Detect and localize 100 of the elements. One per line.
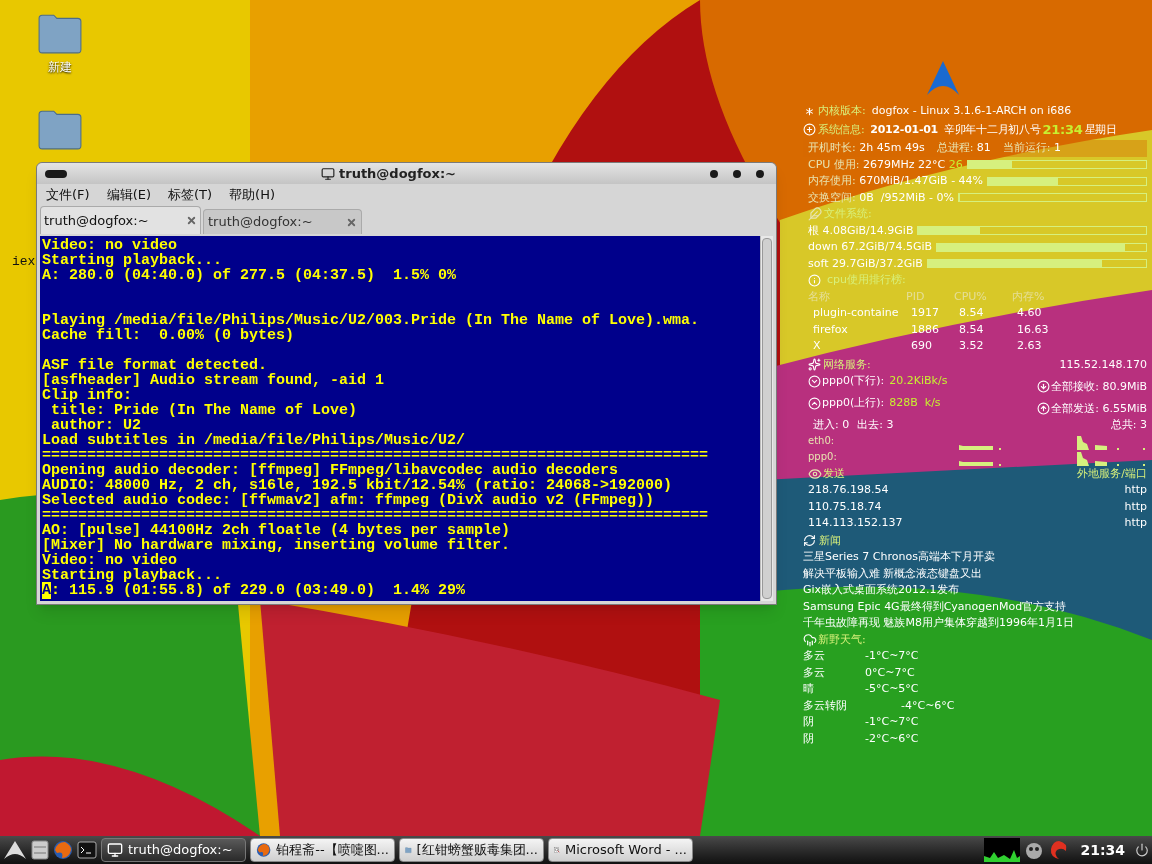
remote-port: http [1124, 515, 1147, 531]
arch-logo-icon[interactable] [3, 840, 27, 860]
remote-address: 114.113.152.137 [808, 515, 903, 531]
taskbar-task[interactable]: Microsoft Word - ... [548, 838, 693, 862]
news-headline: 三星Series 7 Chronos高端本下月开卖 [803, 549, 996, 565]
news-headline: Gix嵌入式桌面系统2012.1发布 [803, 582, 960, 598]
arrow-down-icon [1037, 380, 1051, 394]
menu-item[interactable]: 文件(F) [46, 185, 90, 205]
terminal-icon[interactable] [77, 840, 97, 860]
resource-stat: 内存使用: 670MiB/1.47GiB - 44% [808, 173, 984, 189]
terminal-line: AUDIO: 48000 Hz, 2 ch, s16le, 192.5 kbit/12.54% (ratio: 24068->192000) [42, 478, 674, 493]
info-icon [808, 273, 821, 287]
feather-icon [808, 207, 822, 222]
refresh-icon [803, 534, 816, 548]
menu-item[interactable]: 帮助(H) [229, 185, 275, 205]
terminal-line: ASF file format detected. [42, 358, 268, 373]
arch-logo-icon [926, 60, 960, 96]
ip-address: 115.52.148.170 [1059, 356, 1147, 373]
folder-icon[interactable] [37, 12, 83, 54]
taskbar-clock[interactable]: 21:34 [1074, 839, 1131, 861]
taskbar-task[interactable]: 铂程斋--【喷嚏图... [250, 838, 395, 862]
folder-icon[interactable] [37, 108, 83, 150]
terminal-line: Starting playback... [42, 568, 223, 583]
minimize-button[interactable] [710, 169, 718, 178]
terminal-line: Selected audio codec: [ffwmav2] afm: ffmpeg (DivX audio v2 (FFmpeg)) [42, 493, 655, 508]
menu-item[interactable]: 编辑(E) [106, 185, 151, 205]
taskbar-task[interactable]: [红钳螃蟹贩毒集团... [399, 838, 544, 862]
date-text: 2012-01-01 [870, 121, 938, 138]
close-button[interactable] [756, 169, 764, 178]
connections-out: 出去: 3 [857, 417, 894, 433]
traffic-rate: 828B k/s [889, 395, 941, 411]
temperature-range: 0°C~7°C [865, 664, 916, 681]
column-header: 内存% [1012, 288, 1046, 305]
lunar-date: 辛卯年十二月初八号 [943, 121, 1041, 138]
remote-port: http [1124, 498, 1147, 515]
table-cell-text: 3.52 [959, 338, 985, 354]
section-title: 新野天气: [818, 631, 866, 648]
table-cell-text: firefox [813, 321, 849, 338]
resource-stat: CPU 使用: 2679MHz 22°C 26 [808, 156, 963, 173]
interface-label: ppp0: [808, 450, 837, 465]
close-tab-icon[interactable] [346, 216, 357, 228]
terminal-tab[interactable]: truth@dogfox:~ [203, 209, 362, 234]
weather-condition: 多云转阴 [803, 697, 848, 714]
remote-address: 218.76.198.54 [808, 482, 889, 498]
filesystem-stat: soft 29.7GiB/37.2GiB [808, 255, 923, 272]
uptime-stat: 当前运行: 1 [1002, 140, 1062, 156]
terminal-line: A: 115.9 (01:55.8) of 229.0 (03:49.0) 1.4% 29% [42, 583, 467, 598]
window-menu-icon[interactable] [45, 169, 67, 178]
interface-label: eth0: [808, 434, 835, 449]
table-cell-text: X [813, 338, 822, 354]
filesystem-stat: down 67.2GiB/74.5GiB [808, 239, 933, 255]
weather-condition: 阴 [803, 714, 815, 730]
terminal-line: AO: [pulse] 44100Hz 2ch floatle (4 bytes per sample) [42, 523, 512, 538]
column-header: 名称 [808, 288, 831, 305]
news-headline: Samsung Epic 4G最终得到CyanogenMod官方支持 [803, 598, 1068, 615]
resource-stat: 交换空间: 0B /952MiB - 0% [808, 189, 954, 206]
temperature-range: -5°C~5°C [865, 681, 920, 697]
scrollbar[interactable] [760, 236, 773, 601]
column-header: PID [906, 288, 926, 305]
terminal-line: Cache fill: 0.00% (0 bytes) [42, 328, 295, 343]
maximize-button[interactable] [733, 169, 741, 178]
table-cell-text: plugin-containe [813, 305, 900, 321]
taskbar-task[interactable]: truth@dogfox:~ [101, 838, 246, 862]
section-title: 网络服务: [823, 356, 871, 373]
power-icon[interactable] [1135, 843, 1149, 857]
weather-condition: 阴 [803, 730, 815, 747]
terminal-line: Opening audio decoder: [ffmpeg] FFmpeg/libavcodec audio decoders [42, 463, 619, 478]
arrow-up-icon [1037, 402, 1051, 416]
weather-condition: 多云 [803, 648, 826, 664]
remote-port: http [1124, 482, 1147, 498]
cloud-rain-icon [803, 632, 817, 647]
text-cursor: A [42, 582, 51, 599]
terminal-line: author: U2 [51, 418, 142, 433]
table-cell-text: 690 [911, 338, 933, 354]
close-tab-icon[interactable] [186, 215, 197, 226]
section-title: cpu使用排行榜: [827, 272, 906, 288]
traffic-label: ppp0(下行): [822, 373, 885, 389]
file-cabinet-icon[interactable] [31, 840, 49, 860]
column-header: CPU% [954, 288, 988, 305]
traffic-rate: 20.2KiBk/s [889, 373, 948, 389]
menu-item[interactable]: 标签(T) [168, 185, 213, 205]
section-title: 发送 [823, 465, 845, 482]
remote-address: 110.75.18.74 [808, 498, 882, 515]
chevron-down-icon [808, 374, 821, 388]
terminal-tab[interactable]: truth@dogfox:~ [40, 206, 201, 234]
weather-condition: 多云 [803, 664, 826, 681]
uptime-stat: 开机时长: 2h 45m 49s [808, 140, 925, 156]
eye-icon [808, 466, 822, 481]
terminal-line: Clip info: [42, 388, 132, 403]
temperature-range: -1°C~7°C [865, 714, 920, 730]
section-title: 文件系统: [824, 206, 872, 222]
table-cell-text: 1917 [911, 305, 940, 321]
news-headline: 千年虫故障再现 魅族M8用户集体穿越到1996年1月1日 [803, 615, 1075, 631]
weekday-text: 星期日 [1084, 121, 1117, 138]
table-cell-text: 4.60 [1017, 305, 1043, 321]
table-cell-text: 1886 [911, 321, 940, 338]
terminal-line: [asfheader] Audio stream found, -aid 1 [42, 373, 386, 388]
temperature-range: -4°C~6°C [900, 697, 956, 714]
monitor-icon [107, 842, 123, 858]
section-title: 新闻 [819, 532, 841, 549]
